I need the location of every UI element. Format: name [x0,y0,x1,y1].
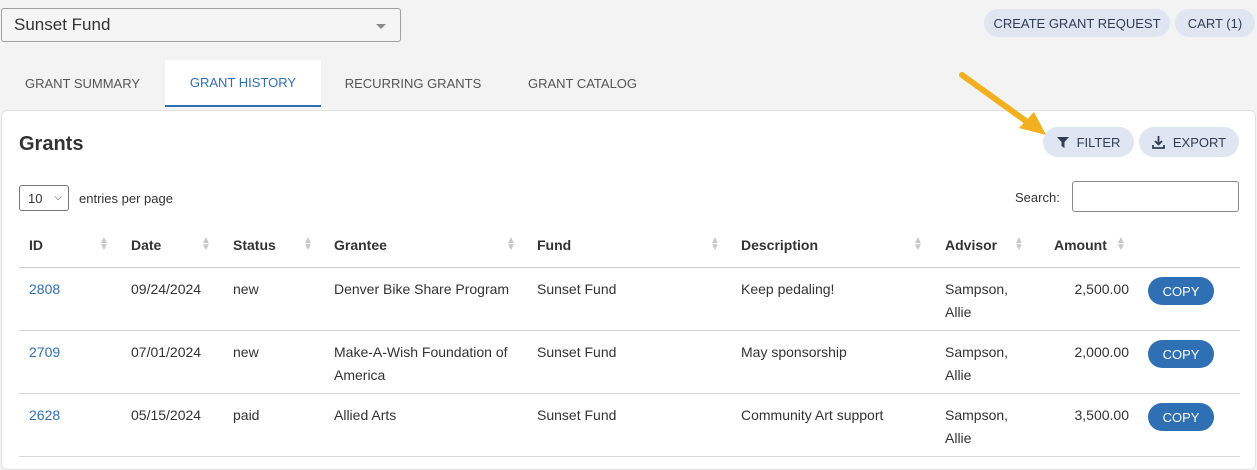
annotation-arrow-icon [959,72,1046,135]
